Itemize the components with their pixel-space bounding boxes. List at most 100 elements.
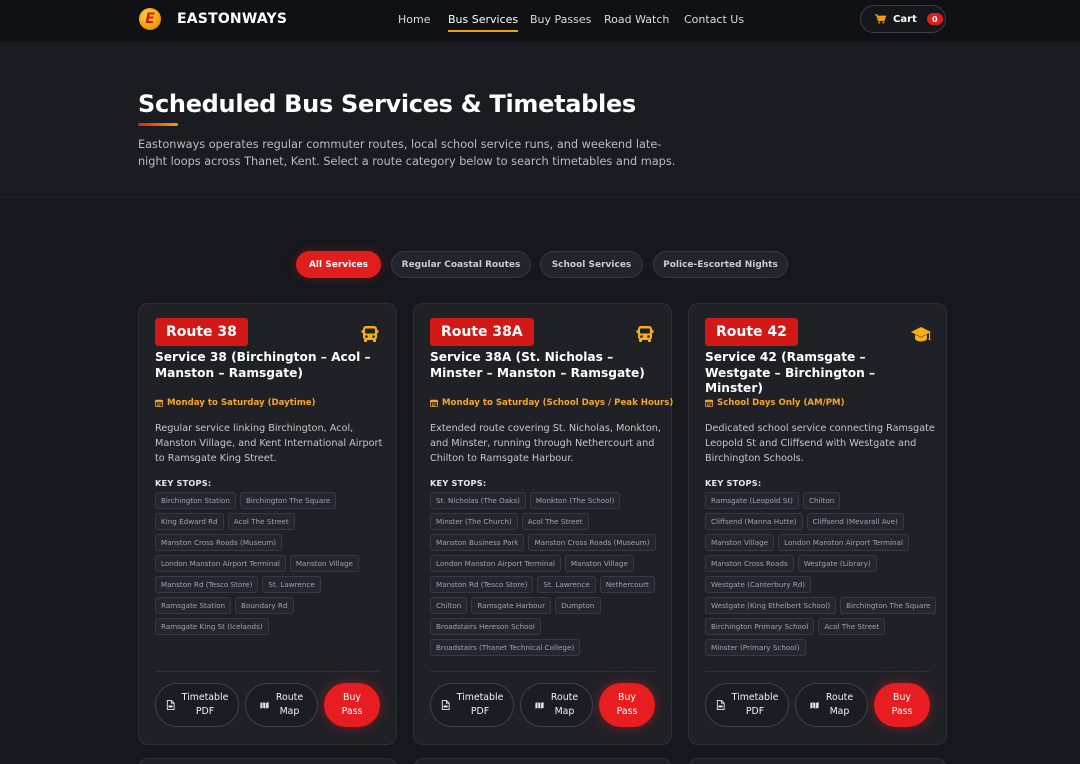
route-badge: Route 38A: [430, 318, 534, 346]
nav-contact-us[interactable]: Contact Us: [684, 13, 744, 26]
graduation-cap-icon: [910, 324, 931, 344]
cart-button[interactable]: Cart 0: [860, 5, 946, 33]
stop-chip: Manston Village: [564, 555, 634, 572]
service-title: Service 42 (Ramsgate – Westgate – Birchi…: [705, 350, 876, 395]
route-map-label-2: Map: [829, 706, 850, 717]
nav-bus-services[interactable]: Bus Services: [448, 13, 519, 32]
buy-pass-button[interactable]: Buy Pass: [324, 683, 380, 727]
buy-pass-label: Buy: [618, 692, 636, 703]
timetable-pdf-button[interactable]: Timetable PDF: [705, 683, 789, 727]
stop-chip: Acol The Street: [227, 513, 295, 530]
calendar-icon: [705, 399, 713, 407]
nav-buy-passes[interactable]: Buy Passes: [530, 13, 591, 26]
stop-chip: Minster (Primary School): [705, 639, 806, 656]
stop-chip: Ramsgate King St (Icelands): [155, 618, 269, 635]
card-divider: [155, 671, 380, 672]
key-stops-label: KEY STOPS:: [155, 478, 212, 488]
stop-chip: Acol The Street: [521, 513, 589, 530]
timetable-label-2: PDF: [470, 706, 490, 717]
stop-chip: Birchington The Square: [239, 492, 337, 509]
buy-pass-button[interactable]: Buy Pass: [599, 683, 655, 727]
service-description: Extended route covering St. Nicholas, Mo…: [430, 423, 662, 464]
timetable-label: Timetable: [731, 692, 779, 703]
map-icon: [260, 702, 269, 709]
route-badge: Route 38: [155, 318, 248, 346]
buy-pass-label-2: Pass: [341, 706, 363, 717]
stop-chip: Birchington Primary School: [705, 618, 815, 635]
service-filters: All Services Regular Coastal Routes Scho…: [0, 251, 1080, 278]
filter-all-services[interactable]: All Services: [296, 251, 381, 278]
key-stops-label: KEY STOPS:: [430, 478, 487, 488]
stop-chip: London Manston Airport Terminal: [430, 555, 561, 572]
stop-chip: Birchington The Square: [840, 597, 937, 614]
route-map-label: Route: [550, 692, 579, 703]
nav-home[interactable]: Home: [398, 13, 430, 26]
route-map-button[interactable]: Route Map: [520, 683, 593, 727]
hero-section: Scheduled Bus Services & Timetables East…: [0, 44, 1080, 198]
stop-chip: Manston Village: [705, 534, 775, 551]
buy-pass-label-2: Pass: [616, 706, 638, 717]
stop-chip: Cliffsend (Mevarall Ave): [806, 513, 904, 530]
route-map-label: Route: [275, 692, 304, 703]
schedule-text: Monday to Saturday (School Days / Peak H…: [442, 398, 674, 408]
buy-pass-button[interactable]: Buy Pass: [874, 683, 930, 727]
route-map-button[interactable]: Route Map: [795, 683, 868, 727]
file-pdf-icon: [441, 700, 450, 710]
route-map-label-2: Map: [279, 706, 300, 717]
filter-school-services[interactable]: School Services: [540, 251, 643, 278]
route-card-peek: [413, 758, 672, 764]
route-card: Route 38A Service 38A (St. Nicholas – Mi…: [413, 303, 674, 745]
filter-regular-coastal-routes[interactable]: Regular Coastal Routes: [391, 251, 531, 278]
buy-pass-label: Buy: [343, 692, 361, 703]
card-divider: [430, 671, 655, 672]
route-card: Route 38 Service 38 (Birchington – Acol …: [138, 303, 397, 745]
cart-icon: [875, 14, 886, 24]
stop-chip: Manston Village: [289, 555, 359, 572]
stop-chip: St. Nicholas (The Oaks): [430, 492, 526, 509]
nav-road-watch[interactable]: Road Watch: [604, 13, 669, 26]
service-title: Service 38 (Birchington – Acol – Manston…: [155, 350, 371, 380]
card-divider: [705, 671, 930, 672]
file-pdf-icon: [716, 700, 725, 710]
stop-chip: Broadstairs (Thanet Technical College): [430, 639, 581, 656]
stop-chip: Ramsgate (Leopold St): [705, 492, 799, 509]
stop-chip: Chilton: [430, 597, 468, 614]
route-map-button[interactable]: Route Map: [245, 683, 318, 727]
stop-chip: Westgate (King Ethelbert School): [705, 597, 837, 614]
stop-chip: Chilton: [802, 492, 841, 509]
bus-icon: [635, 324, 655, 344]
calendar-icon: [430, 399, 438, 407]
stop-chip: Manston Cross Roads (Museum): [528, 534, 656, 551]
key-stops-list: Birchington Station Birchington The Squar…: [155, 492, 387, 635]
stop-chip: London Manston Airport Terminal: [778, 534, 909, 551]
timetable-pdf-button[interactable]: Timetable PDF: [155, 683, 239, 727]
route-map-label-2: Map: [554, 706, 575, 717]
stop-chip: Boundary Rd: [235, 597, 294, 614]
map-icon: [535, 702, 544, 709]
cart-label: Cart: [893, 13, 917, 25]
site-header: E EASTONWAYS Home Bus Services Buy Passe…: [0, 0, 1080, 43]
stop-chip: Ramsgate Harbour: [471, 597, 552, 614]
timetable-label: Timetable: [456, 692, 504, 703]
timetable-pdf-button[interactable]: Timetable PDF: [430, 683, 514, 727]
stop-chip: St. Lawrence: [262, 576, 321, 593]
stop-chip: Manston Rd (Tesco Store): [155, 576, 259, 593]
stop-chip: Acol The Street: [818, 618, 886, 635]
stop-chip: Manston Cross Roads (Museum): [155, 534, 283, 551]
stop-chip: King Edward Rd: [155, 513, 224, 530]
map-icon: [810, 702, 819, 709]
filter-police-escorted-nights[interactable]: Police-Escorted Nights: [653, 251, 788, 278]
key-stops-list: St. Nicholas (The Oaks) Monkton (The Scho…: [430, 492, 662, 656]
buy-pass-label-2: Pass: [891, 706, 913, 717]
route-card: Route 42 Service 42 (Ramsgate – Westgate…: [688, 303, 947, 745]
service-description: Regular service linking Birchington, Aco…: [155, 423, 383, 464]
key-stops-label: KEY STOPS:: [705, 478, 762, 488]
bus-icon: [360, 324, 380, 344]
cart-count-badge: 0: [926, 13, 943, 25]
schedule-info: School Days Only (AM/PM): [705, 398, 845, 408]
timetable-label: Timetable: [181, 692, 229, 703]
stop-chip: Manston Rd (Tesco Store): [430, 576, 534, 593]
stop-chip: Minster (The Church): [430, 513, 518, 530]
stop-chip: Broadstairs Hereson School: [430, 618, 541, 635]
stop-chip: Manston Cross Roads: [705, 555, 794, 572]
